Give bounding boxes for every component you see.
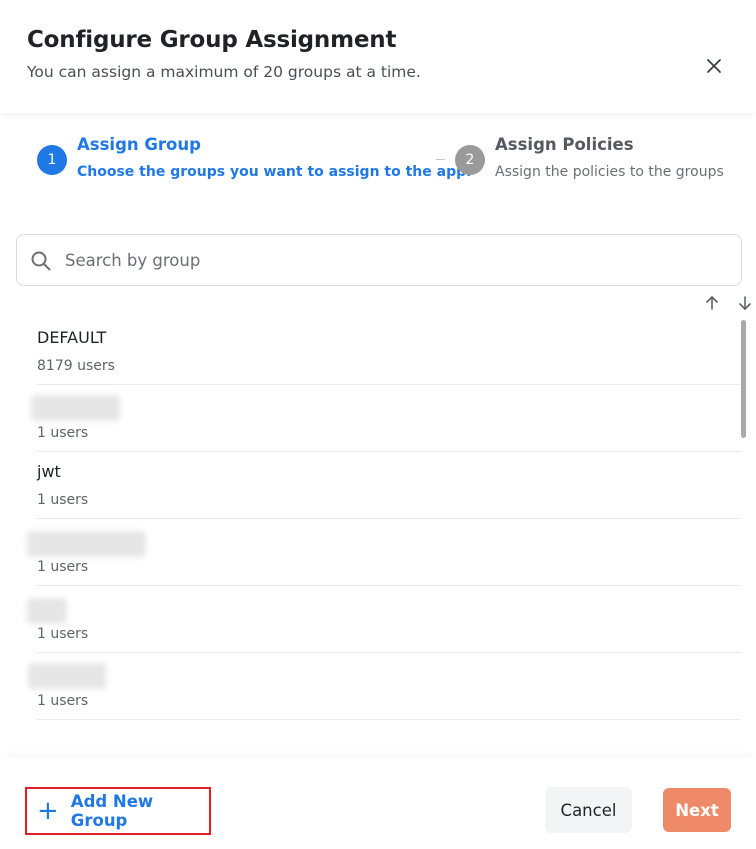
group-name: DEFAULT <box>37 328 107 347</box>
add-new-group-button[interactable]: + Add New Group <box>25 787 211 835</box>
redacted-group-name <box>28 663 106 689</box>
dialog-subtitle: You can assign a maximum of 20 groups at… <box>27 63 421 81</box>
group-user-count: 1 users <box>37 492 89 508</box>
group-user-count: 1 users <box>37 693 89 709</box>
group-list-item[interactable]: 1 users <box>0 586 740 653</box>
redacted-group-name <box>27 598 67 624</box>
group-user-count: 1 users <box>37 559 89 575</box>
group-user-count: 8179 users <box>37 358 115 374</box>
group-list-item[interactable]: 1 users <box>0 653 740 720</box>
step-1-description: Choose the groups you want to assign to … <box>77 164 472 180</box>
group-name: jwt <box>37 462 61 481</box>
step-2-number: 2 <box>455 145 485 175</box>
search-input[interactable] <box>65 236 725 284</box>
stepper: 1 Assign Group Choose the groups you wan… <box>0 133 756 193</box>
group-user-count: 1 users <box>37 626 89 642</box>
dialog-title: Configure Group Assignment <box>27 27 397 53</box>
search-icon <box>31 251 51 271</box>
group-list: DEFAULT 8179 users 1 users jwt 1 users 1… <box>0 318 740 758</box>
group-user-count: 1 users <box>37 425 89 441</box>
arrow-up-icon[interactable] <box>703 294 721 312</box>
group-list-item[interactable]: jwt 1 users <box>0 452 740 519</box>
redacted-group-name <box>27 531 146 557</box>
group-list-item[interactable]: DEFAULT 8179 users <box>0 318 740 385</box>
step-1-title: Assign Group <box>77 135 201 154</box>
search-box[interactable] <box>16 234 742 286</box>
step-2-title: Assign Policies <box>495 135 634 154</box>
step-2-description: Assign the policies to the groups <box>495 164 724 180</box>
close-icon[interactable] <box>703 55 725 77</box>
next-button[interactable]: Next <box>663 788 731 832</box>
add-new-group-label: Add New Group <box>70 792 154 830</box>
redacted-group-name <box>31 395 120 421</box>
cancel-button[interactable]: Cancel <box>545 787 632 833</box>
plus-icon: + <box>37 796 59 826</box>
group-list-item[interactable]: 1 users <box>0 519 740 586</box>
arrow-down-icon[interactable] <box>736 294 754 312</box>
divider <box>37 719 740 720</box>
step-1-number: 1 <box>37 145 67 175</box>
group-list-item[interactable]: 1 users <box>0 385 740 452</box>
dialog-header: Configure Group Assignment You can assig… <box>0 0 756 113</box>
step-connector <box>436 159 445 160</box>
list-scrollbar[interactable] <box>741 320 746 438</box>
